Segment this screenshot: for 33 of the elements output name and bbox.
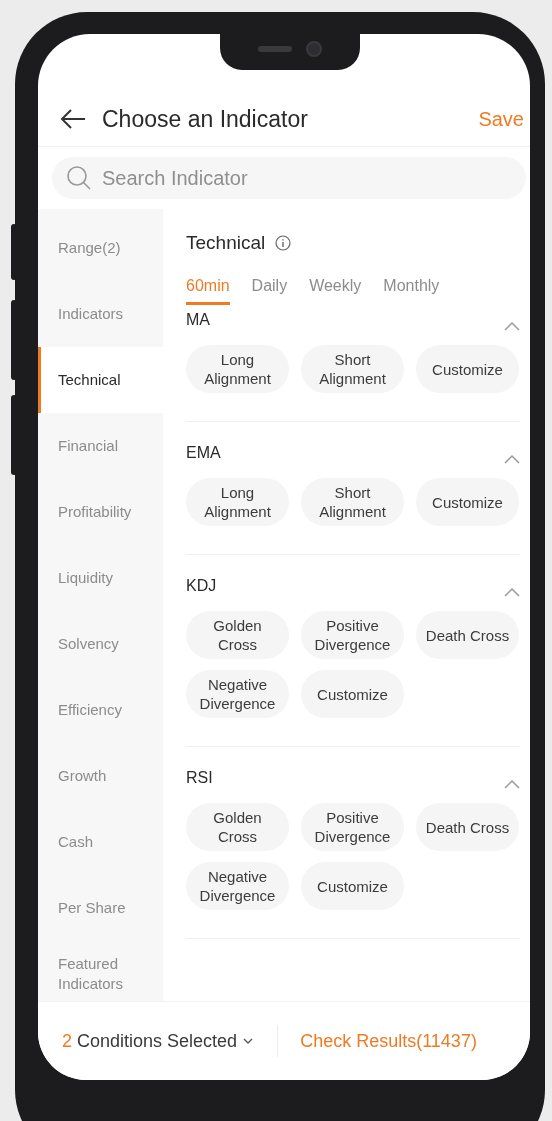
condition-chip[interactable]: Death Cross xyxy=(416,803,519,851)
chevron-up-icon[interactable] xyxy=(504,779,520,789)
condition-chip[interactable]: Positive Divergence xyxy=(301,611,404,659)
indicator-name: KDJ xyxy=(186,577,217,595)
condition-chip[interactable]: Customize xyxy=(416,345,519,393)
condition-chip[interactable]: Golden Cross xyxy=(186,611,289,659)
condition-chip[interactable]: Golden Cross xyxy=(186,803,289,851)
back-arrow-icon[interactable] xyxy=(60,109,86,129)
search-field[interactable]: Search Indicator xyxy=(52,157,526,199)
page-title: Choose an Indicator xyxy=(102,105,309,133)
condition-chip[interactable]: Negative Divergence xyxy=(186,862,289,910)
chevron-up-icon[interactable] xyxy=(504,587,520,597)
indicator-name: RSI xyxy=(186,769,213,787)
conditions-selected-button[interactable]: 2 Conditions Selected xyxy=(54,1030,262,1052)
condition-chip[interactable]: Long Alignment xyxy=(186,345,289,393)
indicator-name: MA xyxy=(186,311,210,329)
condition-chip[interactable]: Customize xyxy=(301,862,404,910)
condition-chip[interactable]: Short Alignment xyxy=(301,478,404,526)
section-title: Technical xyxy=(186,232,266,254)
condition-chip[interactable]: Death Cross xyxy=(416,611,519,659)
chevron-down-icon xyxy=(243,1038,254,1044)
search-icon xyxy=(66,165,92,191)
sidebar-item[interactable]: Technical xyxy=(38,347,163,413)
condition-chip[interactable]: Customize xyxy=(301,670,404,718)
condition-chip[interactable]: Short Alignment xyxy=(301,345,404,393)
condition-chip[interactable]: Customize xyxy=(416,478,519,526)
indicator-name: EMA xyxy=(186,444,221,462)
chevron-up-icon[interactable] xyxy=(504,321,520,331)
chevron-up-icon[interactable] xyxy=(504,454,520,464)
condition-chip[interactable]: Positive Divergence xyxy=(301,803,404,851)
info-icon[interactable] xyxy=(275,235,292,251)
condition-chip[interactable]: Long Alignment xyxy=(186,478,289,526)
condition-chip[interactable]: Negative Divergence xyxy=(186,670,289,718)
